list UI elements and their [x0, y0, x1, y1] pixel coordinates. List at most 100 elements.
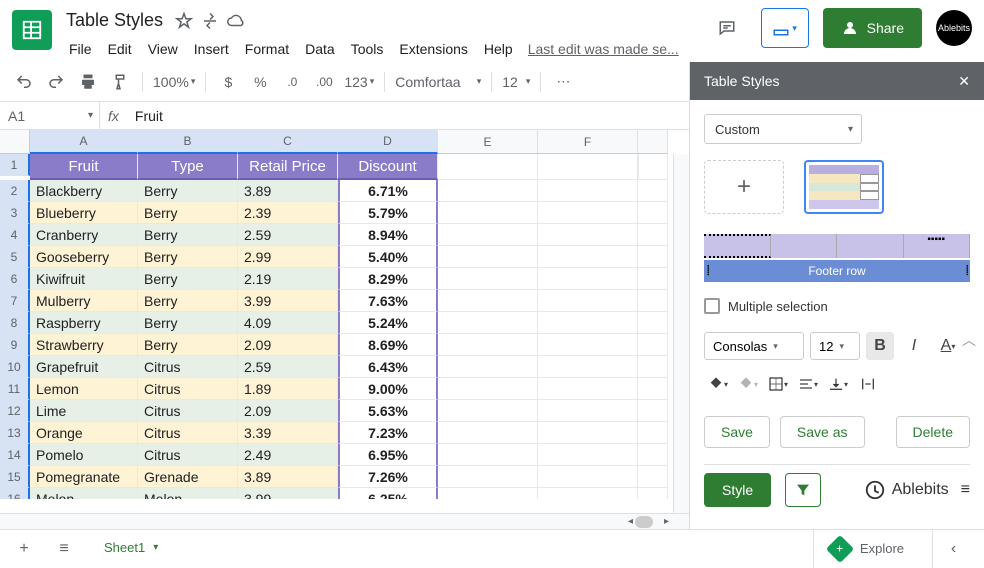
doc-title[interactable]: Table Styles	[62, 8, 167, 33]
cell[interactable]: Berry	[138, 202, 238, 224]
cell[interactable]	[438, 202, 538, 224]
menu-file[interactable]: File	[62, 37, 99, 61]
cell[interactable]: Berry	[138, 180, 238, 202]
cell[interactable]	[538, 356, 638, 378]
cell[interactable]: 8.69%	[338, 334, 438, 356]
col-head-A[interactable]: A	[30, 130, 138, 154]
sheets-logo[interactable]	[12, 10, 52, 50]
font-size-select[interactable]: 12▾	[500, 74, 532, 90]
col-head-F[interactable]: F	[538, 130, 638, 154]
cell[interactable]: 7.23%	[338, 422, 438, 444]
cell[interactable]	[438, 488, 538, 499]
cell[interactable]: 2.59	[238, 356, 338, 378]
cell[interactable]	[438, 444, 538, 466]
row-head-11[interactable]: 11	[0, 378, 30, 400]
cell[interactable]	[638, 202, 668, 224]
cell[interactable]	[538, 312, 638, 334]
cell[interactable]	[438, 180, 538, 202]
cell[interactable]	[438, 356, 538, 378]
cell[interactable]	[438, 334, 538, 356]
print-button[interactable]	[74, 68, 102, 96]
cell[interactable]: Citrus	[138, 378, 238, 400]
text-color-button[interactable]: A▾	[934, 332, 962, 360]
cell[interactable]	[438, 246, 538, 268]
row-head-7[interactable]: 7	[0, 290, 30, 312]
fill-color-button[interactable]: ▾	[704, 370, 732, 398]
more-toolbar-button[interactable]: ⋯	[549, 68, 577, 96]
present-button[interactable]: ▾	[761, 8, 809, 48]
formula-input[interactable]: Fruit	[127, 108, 171, 124]
cell[interactable]: Grenade	[138, 466, 238, 488]
cell[interactable]: Berry	[138, 246, 238, 268]
row-head-13[interactable]: 13	[0, 422, 30, 444]
star-icon[interactable]	[175, 12, 193, 30]
cell[interactable]: 8.94%	[338, 224, 438, 246]
row-head-10[interactable]: 10	[0, 356, 30, 378]
cell[interactable]: 3.39	[238, 422, 338, 444]
cell[interactable]	[638, 246, 668, 268]
cell[interactable]: Melon	[30, 488, 138, 499]
user-avatar[interactable]: Ablebits	[936, 10, 972, 46]
cell[interactable]	[538, 400, 638, 422]
cell[interactable]: Mulberry	[30, 290, 138, 312]
table-header[interactable]: Type	[138, 154, 238, 180]
cell[interactable]: Kiwifruit	[30, 268, 138, 290]
cell[interactable]: 6.25%	[338, 488, 438, 499]
borders-button[interactable]: ▾	[764, 370, 792, 398]
cell[interactable]	[538, 290, 638, 312]
cell[interactable]: 5.79%	[338, 202, 438, 224]
cell[interactable]	[538, 488, 638, 499]
font-select[interactable]: Comfortaa▾	[393, 74, 483, 90]
delete-button[interactable]: Delete	[896, 416, 970, 448]
cell[interactable]: Melon	[138, 488, 238, 499]
row-head-8[interactable]: 8	[0, 312, 30, 334]
tab-sheet1[interactable]: Sheet1▾	[90, 530, 172, 568]
cell[interactable]: 7.63%	[338, 290, 438, 312]
col-head-C[interactable]: C	[238, 130, 338, 154]
cell[interactable]: 2.19	[238, 268, 338, 290]
cell[interactable]	[638, 422, 668, 444]
multiple-selection-checkbox[interactable]: Multiple selection	[704, 298, 970, 314]
row-head-4[interactable]: 4	[0, 224, 30, 246]
save-button[interactable]: Save	[704, 416, 770, 448]
cell[interactable]	[638, 334, 668, 356]
cell[interactable]	[538, 378, 638, 400]
ablebits-brand[interactable]: Ablebits ≡	[864, 479, 970, 501]
add-style-button[interactable]: +	[704, 160, 784, 214]
cell[interactable]: 8.29%	[338, 268, 438, 290]
cell[interactable]: Citrus	[138, 422, 238, 444]
cell[interactable]: Berry	[138, 290, 238, 312]
menu-edit[interactable]: Edit	[101, 37, 139, 61]
col-head-E[interactable]: E	[438, 130, 538, 154]
cell[interactable]	[438, 466, 538, 488]
redo-button[interactable]	[42, 68, 70, 96]
cell[interactable]	[638, 224, 668, 246]
cell[interactable]	[638, 180, 668, 202]
row-head-3[interactable]: 3	[0, 202, 30, 224]
category-select[interactable]: Custom▾	[704, 114, 862, 144]
cell[interactable]: Strawberry	[30, 334, 138, 356]
menu-data[interactable]: Data	[298, 37, 342, 61]
cell[interactable]	[438, 224, 538, 246]
sidebar-font-select[interactable]: Consolas▾	[704, 332, 804, 360]
cell[interactable]: Berry	[138, 334, 238, 356]
cell[interactable]: Lime	[30, 400, 138, 422]
percent-button[interactable]: %	[246, 68, 274, 96]
cell[interactable]	[438, 268, 538, 290]
cell[interactable]: Berry	[138, 312, 238, 334]
row-head-9[interactable]: 9	[0, 334, 30, 356]
style-button[interactable]: Style	[704, 473, 771, 507]
row-head-14[interactable]: 14	[0, 444, 30, 466]
cell[interactable]	[638, 290, 668, 312]
cell[interactable]: 5.63%	[338, 400, 438, 422]
paint-format-button[interactable]	[106, 68, 134, 96]
menu-insert[interactable]: Insert	[187, 37, 236, 61]
explore-button[interactable]: + Explore	[813, 530, 920, 568]
cell[interactable]: 2.39	[238, 202, 338, 224]
cell[interactable]: 6.95%	[338, 444, 438, 466]
all-sheets-button[interactable]: ≡	[50, 535, 78, 563]
cell[interactable]	[538, 422, 638, 444]
cell[interactable]	[638, 466, 668, 488]
cell[interactable]: Berry	[138, 224, 238, 246]
cell[interactable]: Citrus	[138, 356, 238, 378]
